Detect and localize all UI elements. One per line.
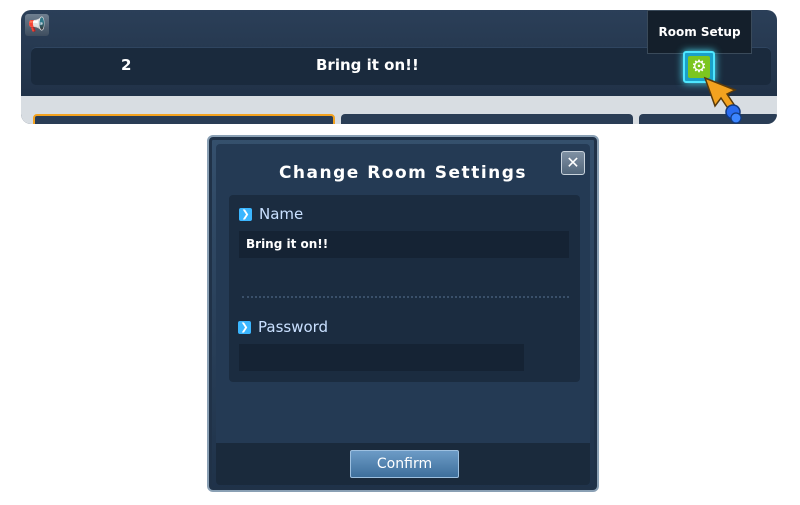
close-button[interactable]: ✕ — [561, 151, 585, 175]
dialog-title: Change Room Settings — [278, 163, 528, 183]
pointer-cursor-icon — [703, 76, 742, 124]
password-label: ❯ Password — [238, 318, 328, 336]
divider — [242, 296, 569, 298]
room-name-input[interactable]: Bring it on!! — [239, 231, 569, 258]
arrow-bullet-icon: ❯ — [239, 207, 252, 221]
room-title: Bring it on!! — [316, 56, 419, 74]
player-slot[interactable] — [341, 114, 633, 124]
change-room-settings-dialog: Change Room Settings ✕ ❯ Name Bring it o… — [207, 135, 599, 492]
room-password-input[interactable] — [239, 344, 524, 371]
arrow-bullet-icon: ❯ — [238, 320, 251, 334]
room-bar: 📢 2 Bring it on!! Room Setup ⚙ — [21, 10, 777, 124]
name-label: ❯ Name — [239, 205, 303, 223]
gear-icon: ⚙ — [688, 56, 710, 78]
close-icon: ✕ — [566, 153, 580, 172]
name-label-text: Name — [259, 205, 304, 223]
player-slot[interactable] — [33, 114, 335, 124]
confirm-button[interactable]: Confirm — [350, 450, 459, 478]
room-number: 2 — [121, 56, 132, 74]
password-label-text: Password — [258, 318, 329, 336]
room-setup-tooltip: Room Setup — [647, 10, 752, 54]
megaphone-icon[interactable]: 📢 — [25, 14, 49, 36]
